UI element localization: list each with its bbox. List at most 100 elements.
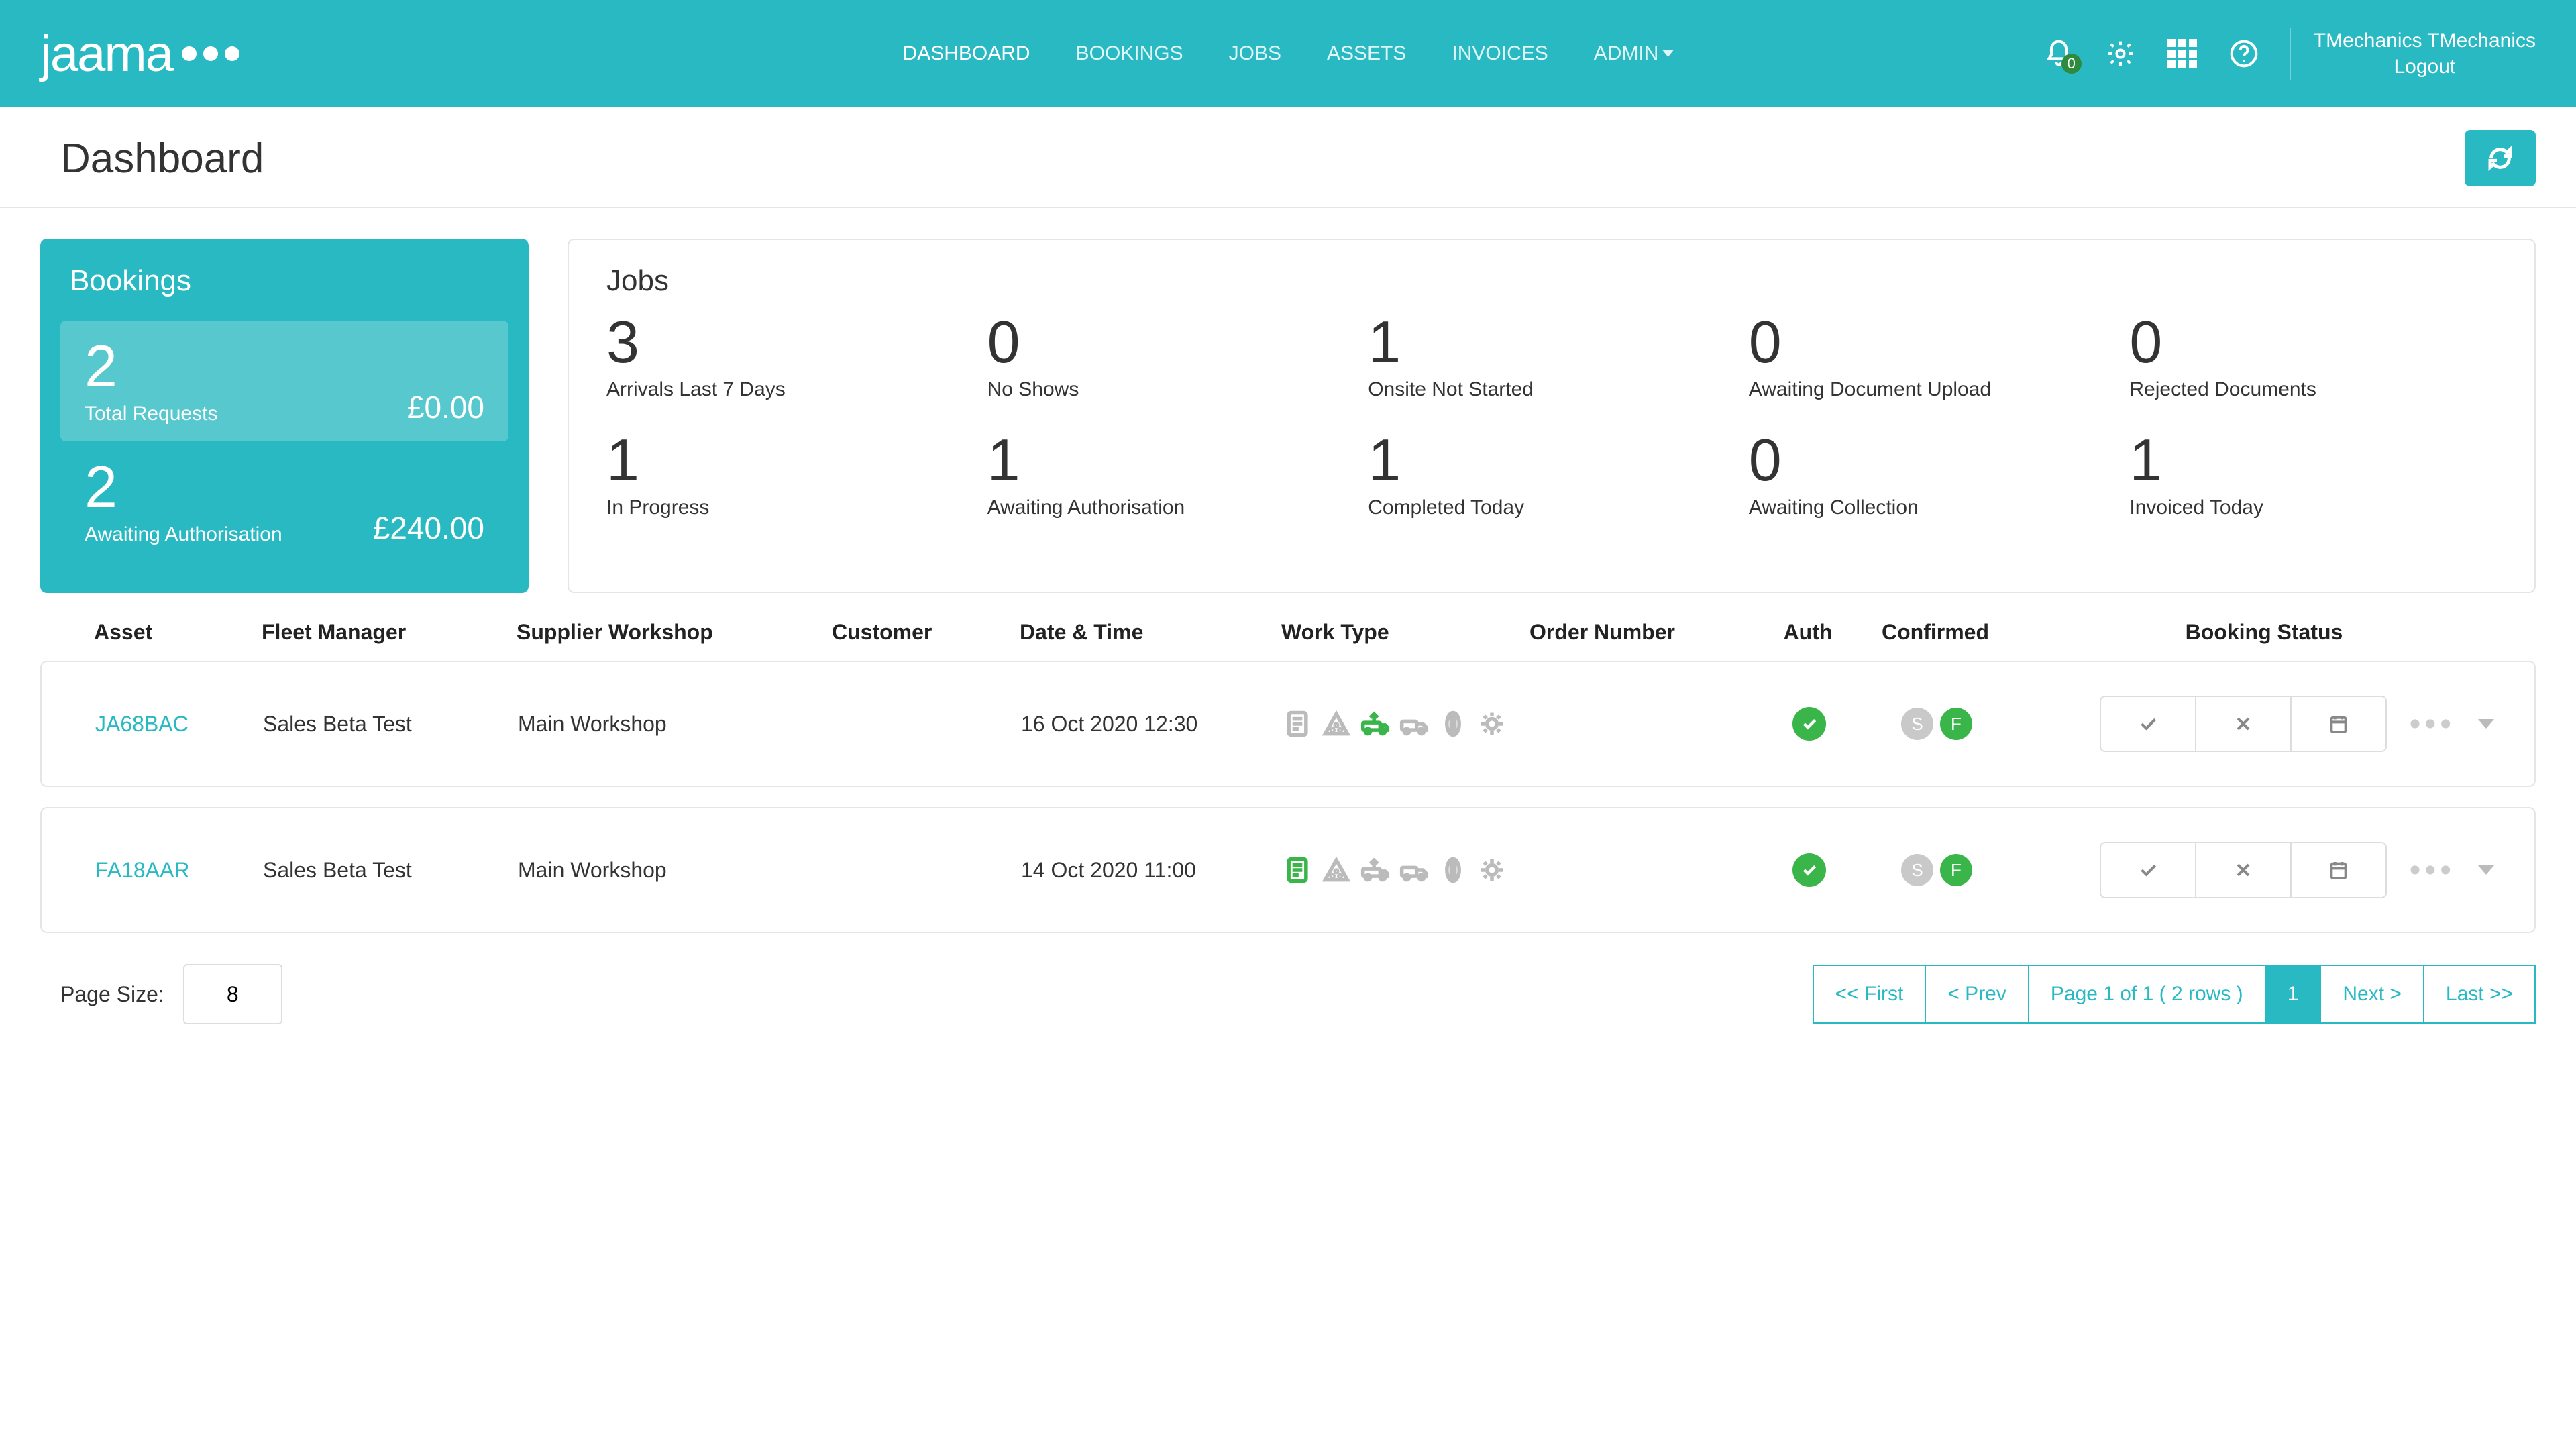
help-icon xyxy=(2229,39,2259,68)
notifications-button[interactable]: 0 xyxy=(2043,38,2075,70)
work-type-icons xyxy=(1283,855,1531,885)
table-row: FA18AAR Sales Beta Test Main Workshop 14… xyxy=(40,807,2536,933)
bookings-total-label: Total Requests xyxy=(85,402,217,425)
col-booking-status: Booking Status xyxy=(2006,620,2522,645)
refresh-button[interactable] xyxy=(2465,130,2536,186)
lift-truck-icon xyxy=(1360,709,1390,739)
job-stat-count: 1 xyxy=(2129,431,2497,490)
tyre-icon xyxy=(1438,855,1468,885)
topbar-right: 0 TMechanics TMechanics Logout xyxy=(2043,28,2536,80)
reschedule-button[interactable] xyxy=(2290,697,2385,751)
logout-link[interactable]: Logout xyxy=(2314,54,2536,80)
job-stat[interactable]: 3 Arrivals Last 7 Days xyxy=(606,313,974,401)
job-stat-count: 3 xyxy=(606,313,974,372)
job-stat-label: Onsite Not Started xyxy=(1368,378,1735,401)
job-stat-count: 1 xyxy=(606,431,974,490)
settings-button[interactable] xyxy=(2104,38,2137,70)
confirm-s-badge: S xyxy=(1901,708,1933,740)
job-stat-label: Completed Today xyxy=(1368,496,1735,519)
table-header: Asset Fleet Manager Supplier Workshop Cu… xyxy=(40,606,2536,661)
job-stat[interactable]: 0Rejected Documents xyxy=(2129,313,2497,401)
pager: << First < Prev Page 1 of 1 ( 2 rows ) 1… xyxy=(1813,965,2536,1024)
job-stat[interactable]: 0Awaiting Document Upload xyxy=(1749,313,2116,401)
confirm-s-badge: S xyxy=(1901,854,1933,886)
booking-status-buttons xyxy=(2100,842,2387,898)
job-stat-label: No Shows xyxy=(987,378,1355,401)
work-type-icons xyxy=(1283,709,1531,739)
job-stat-label: Invoiced Today xyxy=(2129,496,2497,519)
brand-dots-icon xyxy=(182,46,239,61)
bookings-title: Bookings xyxy=(70,264,508,298)
col-date-time: Date & Time xyxy=(1020,620,1281,645)
job-stat-count: 0 xyxy=(1749,431,2116,490)
pager-next[interactable]: Next > xyxy=(2321,965,2424,1024)
nav-dashboard[interactable]: DASHBOARD xyxy=(903,42,1030,65)
bookings-table: Asset Fleet Manager Supplier Workshop Cu… xyxy=(0,606,2576,933)
approve-button[interactable] xyxy=(2101,697,2195,751)
cell-supplier-workshop: Main Workshop xyxy=(518,858,833,883)
page-size-input[interactable] xyxy=(183,964,282,1024)
asset-link[interactable]: JA68BAC xyxy=(95,712,189,736)
cell-date-time: 14 Oct 2020 11:00 xyxy=(1021,858,1283,883)
job-stat-label: Awaiting Authorisation xyxy=(987,496,1355,519)
apps-button[interactable] xyxy=(2166,38,2198,70)
jobs-card: Jobs 3Arrivals Last 7 Days0No Shows1Onsi… xyxy=(568,239,2536,593)
more-actions-button[interactable]: ••• xyxy=(2410,706,2455,743)
bookings-await-row[interactable]: 2 Awaiting Authorisation £240.00 xyxy=(60,441,508,562)
confirm-f-badge: F xyxy=(1940,708,1972,740)
help-button[interactable] xyxy=(2228,38,2260,70)
nav-assets[interactable]: ASSETS xyxy=(1327,42,1406,65)
nav-admin[interactable]: ADMIN xyxy=(1594,42,1674,65)
brand-logo: jaama xyxy=(40,25,239,83)
job-stat-label: Awaiting Collection xyxy=(1749,496,2116,519)
table-row: JA68BAC Sales Beta Test Main Workshop 16… xyxy=(40,661,2536,787)
clipboard-icon xyxy=(1283,709,1312,739)
title-bar: Dashboard xyxy=(0,107,2576,208)
job-stat[interactable]: 0 Awaiting Collection xyxy=(1749,431,2116,519)
approve-button[interactable] xyxy=(2101,843,2195,897)
reject-button[interactable] xyxy=(2195,697,2290,751)
pager-last[interactable]: Last >> xyxy=(2424,965,2536,1024)
col-order-number: Order Number xyxy=(1529,620,1751,645)
reject-button[interactable] xyxy=(2195,843,2290,897)
pager-info: Page 1 of 1 ( 2 rows ) xyxy=(2029,965,2266,1024)
job-stat-count: 0 xyxy=(1749,313,2116,372)
col-auth: Auth xyxy=(1751,620,1865,645)
brand-text: jaama xyxy=(40,25,172,83)
reschedule-button[interactable] xyxy=(2290,843,2385,897)
col-customer: Customer xyxy=(832,620,1020,645)
pager-row: Page Size: << First < Prev Page 1 of 1 (… xyxy=(0,953,2576,1065)
job-stat[interactable]: 1 Completed Today xyxy=(1368,431,1735,519)
refresh-icon xyxy=(2487,145,2514,172)
topbar-icons: 0 xyxy=(2043,38,2260,70)
cell-date-time: 16 Oct 2020 12:30 xyxy=(1021,712,1283,737)
job-stat[interactable]: 1Onsite Not Started xyxy=(1368,313,1735,401)
page-size: Page Size: xyxy=(60,964,282,1024)
notif-badge: 0 xyxy=(2061,54,2082,74)
pager-first[interactable]: << First xyxy=(1813,965,1927,1024)
asset-link[interactable]: FA18AAR xyxy=(95,858,190,882)
job-stat[interactable]: 1 Invoiced Today xyxy=(2129,431,2497,519)
job-stat[interactable]: 0 No Shows xyxy=(987,313,1355,401)
bookings-total-row[interactable]: 2 Total Requests £0.00 xyxy=(60,321,508,441)
expand-row-button[interactable] xyxy=(2478,719,2494,729)
pager-page-1[interactable]: 1 xyxy=(2266,965,2322,1024)
more-actions-button[interactable]: ••• xyxy=(2410,852,2455,889)
cell-fleet-manager: Sales Beta Test xyxy=(263,712,518,737)
job-stat-count: 1 xyxy=(1368,431,1735,490)
job-stat-label: Rejected Documents xyxy=(2129,378,2497,401)
nav-bookings[interactable]: BOOKINGS xyxy=(1076,42,1183,65)
nav-jobs[interactable]: JOBS xyxy=(1229,42,1281,65)
tyre-icon xyxy=(1438,709,1468,739)
pager-prev[interactable]: < Prev xyxy=(1926,965,2029,1024)
job-stat-count: 0 xyxy=(987,313,1355,372)
cell-supplier-workshop: Main Workshop xyxy=(518,712,833,737)
confirm-f-badge: F xyxy=(1940,854,1972,886)
auth-ok-badge xyxy=(1792,853,1826,887)
job-stat[interactable]: 1In Progress xyxy=(606,431,974,519)
job-stat-label: Arrivals Last 7 Days xyxy=(606,378,974,401)
expand-row-button[interactable] xyxy=(2478,865,2494,875)
job-stat[interactable]: 1Awaiting Authorisation xyxy=(987,431,1355,519)
chevron-down-icon xyxy=(1662,50,1673,57)
nav-invoices[interactable]: INVOICES xyxy=(1452,42,1548,65)
